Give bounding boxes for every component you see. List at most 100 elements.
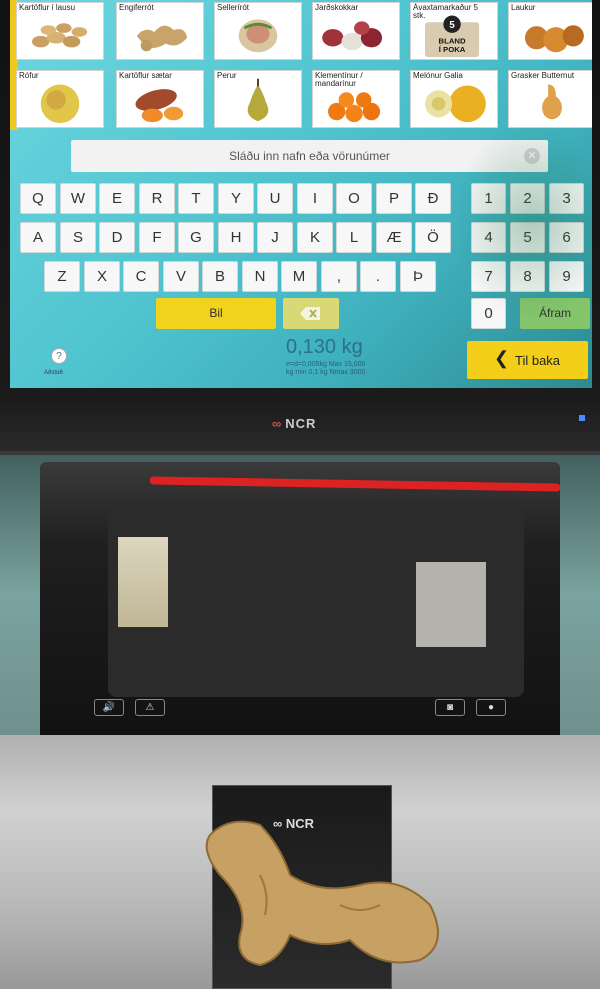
product-onion[interactable]: Laukur [508, 2, 592, 60]
product-turnip[interactable]: Rófur [16, 70, 104, 128]
clear-icon[interactable]: ✕ [524, 148, 540, 164]
key-6[interactable]: 6 [549, 222, 584, 253]
backspace-icon [300, 307, 320, 320]
key-eth[interactable]: Ð [415, 183, 451, 214]
key-m[interactable]: M [281, 261, 317, 292]
backspace-key[interactable] [283, 298, 339, 329]
monitor: Kartöflur í lausu Engiferrót Sellerírót [0, 0, 600, 455]
key-8[interactable]: 8 [510, 261, 545, 292]
key-r[interactable]: R [139, 183, 175, 214]
key-y[interactable]: Y [218, 183, 254, 214]
help-icon: ? [51, 348, 67, 364]
key-x[interactable]: X [84, 261, 120, 292]
key-7[interactable]: 7 [471, 261, 506, 292]
scanner-hood: 🔊 ⚠ ◙ ● [40, 462, 560, 742]
key-e[interactable]: E [99, 183, 135, 214]
product-label: Jarðskokkar [315, 3, 359, 12]
key-2[interactable]: 2 [510, 183, 545, 214]
scale-platter: ∞ NCR [0, 735, 600, 989]
product-label: Sellerírót [217, 3, 250, 12]
product-potatoes[interactable]: Kartöflur í lausu [16, 2, 104, 60]
key-0[interactable]: 0 [471, 298, 506, 329]
key-s[interactable]: S [60, 222, 96, 253]
key-3[interactable]: 3 [549, 183, 584, 214]
key-1[interactable]: 1 [471, 183, 506, 214]
key-o-umlaut[interactable]: Ö [415, 222, 451, 253]
key-4[interactable]: 4 [471, 222, 506, 253]
product-label: Grasker Butternut [511, 71, 575, 80]
product-label: Melónur Galia [413, 71, 463, 80]
space-key[interactable]: Bil [156, 298, 276, 329]
key-9[interactable]: 9 [549, 261, 584, 292]
product-label: Ávaxtamarkaður 5 stk. [413, 3, 478, 20]
continue-key[interactable]: Áfram [520, 298, 590, 329]
back-button[interactable]: ❮ Til baka [467, 341, 588, 379]
brand-text: NCR [285, 416, 317, 431]
key-5[interactable]: 5 [510, 222, 545, 253]
product-label: Klementínur / mandarínur [315, 71, 363, 88]
key-a[interactable]: A [20, 222, 56, 253]
product-label: Rófur [19, 71, 39, 80]
touch-screen: Kartöflur í lausu Engiferrót Sellerírót [10, 0, 592, 388]
key-thorn[interactable]: Þ [400, 261, 436, 292]
chevron-left-icon: ❮ [494, 348, 510, 368]
product-label: Kartöflur í lausu [19, 3, 76, 12]
product-pear[interactable]: Perur [214, 70, 302, 128]
product-clementines[interactable]: Klementínur / mandarínur [312, 70, 400, 128]
scale-info-line: kg min 0,1 kg Nmax 3000 [286, 369, 366, 376]
search-input[interactable]: Sláðu inn nafn eða vörunúmer ✕ [71, 140, 548, 172]
product-ginger[interactable]: Engiferrót [116, 2, 204, 60]
ncr-logo: ∞ NCR [272, 416, 316, 434]
fruit-bag-number: 5 [449, 20, 455, 31]
key-ae[interactable]: Æ [376, 222, 412, 253]
weight-readout: 0,130 kg [286, 336, 363, 358]
key-z[interactable]: Z [44, 261, 80, 292]
product-fruit-bag[interactable]: 5 BLAND Í POKA Ávaxtamarkaður 5 stk. [410, 2, 498, 60]
power-led [579, 415, 585, 421]
scale-info: e=d=0,005kg Max 15,000 kg min 0,1 kg Nma… [286, 361, 365, 377]
key-l[interactable]: L [336, 222, 372, 253]
key-v[interactable]: V [163, 261, 199, 292]
key-period[interactable]: . [360, 261, 396, 292]
product-label: Kartöflur sætar [119, 71, 172, 80]
warning-icon[interactable]: ⚠ [135, 699, 165, 716]
key-k[interactable]: K [297, 222, 333, 253]
reflection [416, 562, 486, 647]
key-j[interactable]: J [257, 222, 293, 253]
product-label: Laukur [511, 3, 536, 12]
key-c[interactable]: C [123, 261, 159, 292]
key-f[interactable]: F [139, 222, 175, 253]
camera-icon[interactable]: ◙ [435, 699, 465, 716]
key-p[interactable]: P [376, 183, 412, 214]
svg-text:BLAND: BLAND [439, 37, 466, 46]
volume-icon[interactable]: 🔊 [94, 699, 124, 716]
key-i[interactable]: I [297, 183, 333, 214]
light-icon[interactable]: ● [476, 699, 506, 716]
key-t[interactable]: T [178, 183, 214, 214]
key-u[interactable]: U [257, 183, 293, 214]
key-w[interactable]: W [60, 183, 96, 214]
ginger-root-item [205, 820, 439, 967]
key-h[interactable]: H [218, 222, 254, 253]
key-n[interactable]: N [242, 261, 278, 292]
product-jerusalem-artichoke[interactable]: Jarðskokkar [312, 2, 400, 60]
back-button-label: Til baka [515, 353, 561, 368]
product-celeriac[interactable]: Sellerírót [214, 2, 302, 60]
scanner-window [108, 507, 524, 697]
key-b[interactable]: B [202, 261, 238, 292]
help-label: Aðstoð [44, 370, 63, 376]
key-q[interactable]: Q [20, 183, 56, 214]
search-placeholder: Sláðu inn nafn eða vörunúmer [229, 149, 390, 163]
key-d[interactable]: D [99, 222, 135, 253]
help-button[interactable]: ? Aðstoð [44, 348, 74, 382]
key-o[interactable]: O [336, 183, 372, 214]
scanner-light-bar [150, 476, 560, 492]
product-galia-melon[interactable]: Melónur Galia [410, 70, 498, 128]
produce-grid: Kartöflur í lausu Engiferrót Sellerírót [16, 2, 592, 130]
key-g[interactable]: G [178, 222, 214, 253]
svg-text:Í POKA: Í POKA [439, 45, 466, 54]
product-sweet-potato[interactable]: Kartöflur sætar [116, 70, 204, 128]
ncr-rings-icon: ∞ [272, 416, 283, 431]
product-butternut-squash[interactable]: Grasker Butternut [508, 70, 592, 128]
key-comma[interactable]: , [321, 261, 357, 292]
